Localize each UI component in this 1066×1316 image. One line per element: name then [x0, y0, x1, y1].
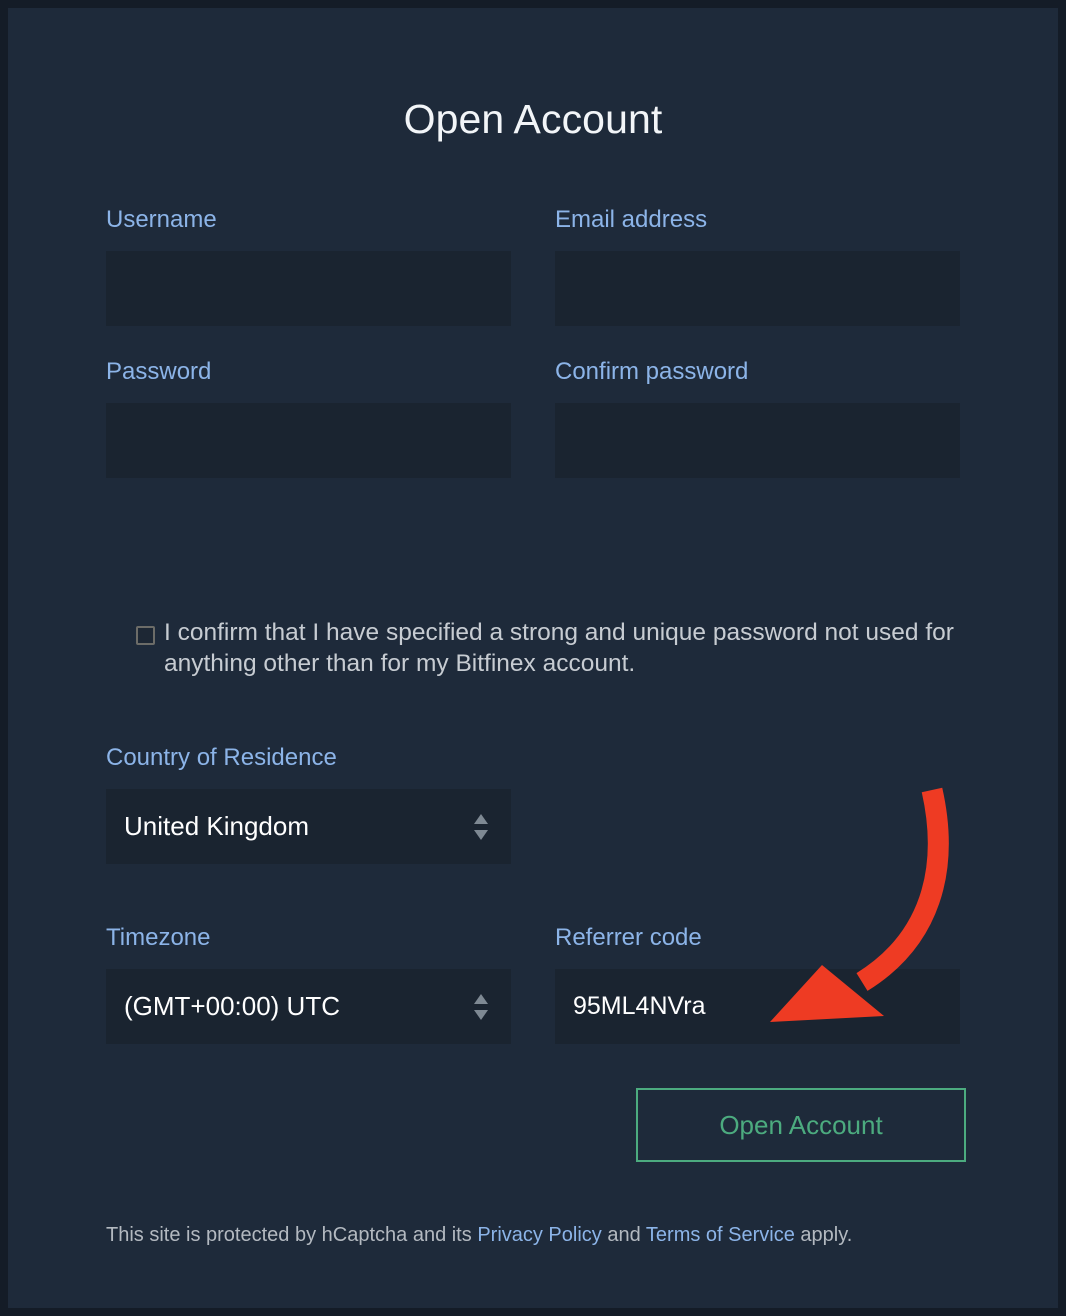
strong-password-confirmation: I confirm that I have specified a strong… [136, 617, 966, 679]
screenshot-root: Open Account Username Email address Pass… [0, 0, 1066, 1316]
page-title: Open Account [403, 96, 663, 142]
field-username: Username [106, 208, 511, 326]
field-password: Password [106, 360, 511, 478]
field-confirm-password: Confirm password [555, 360, 960, 478]
timezone-label: Timezone [106, 924, 211, 951]
form-row-passwords: Password Confirm password [106, 360, 960, 478]
field-timezone: Timezone (GMT+00:00) UTC [106, 926, 511, 1044]
timezone-select[interactable]: (GMT+00:00) UTC [106, 969, 511, 1044]
strong-password-checkbox[interactable] [136, 626, 155, 645]
field-email: Email address [555, 208, 960, 326]
confirm-password-label: Confirm password [555, 358, 749, 385]
hcaptcha-notice-text-before: This site is protected by hCaptcha and i… [106, 1224, 478, 1246]
email-input[interactable] [555, 251, 960, 326]
open-account-submit-button[interactable]: Open Account [636, 1088, 966, 1162]
country-select-wrap[interactable]: United Kingdom [106, 789, 511, 864]
referrer-code-label: Referrer code [555, 924, 702, 951]
password-label: Password [106, 358, 212, 385]
username-input[interactable] [106, 251, 511, 326]
form-row-credentials: Username Email address [106, 208, 960, 326]
privacy-policy-link[interactable]: Privacy Policy [477, 1224, 601, 1246]
terms-of-service-link[interactable]: Terms of Service [646, 1224, 795, 1246]
hcaptcha-notice: This site is protected by hCaptcha and i… [106, 1224, 960, 1247]
hcaptcha-notice-text-middle: and [601, 1224, 646, 1246]
country-select[interactable]: United Kingdom [106, 789, 511, 864]
username-label: Username [106, 206, 217, 233]
form-row-spacer [106, 326, 960, 360]
referrer-code-input[interactable] [555, 969, 960, 1044]
country-label: Country of Residence [106, 744, 337, 771]
email-label: Email address [555, 206, 708, 233]
confirm-password-input[interactable] [555, 403, 960, 478]
hcaptcha-notice-text-after: apply. [794, 1224, 853, 1246]
registration-form: Username Email address Password Confirm … [106, 208, 960, 478]
field-referrer-code: Referrer code [555, 926, 960, 1044]
strong-password-checkbox-label: I confirm that I have specified a strong… [164, 619, 954, 677]
password-input[interactable] [106, 403, 511, 478]
open-account-panel: Open Account Username Email address Pass… [8, 8, 1058, 1308]
timezone-select-wrap[interactable]: (GMT+00:00) UTC [106, 969, 511, 1044]
field-country-of-residence: Country of Residence United Kingdom [106, 746, 511, 864]
